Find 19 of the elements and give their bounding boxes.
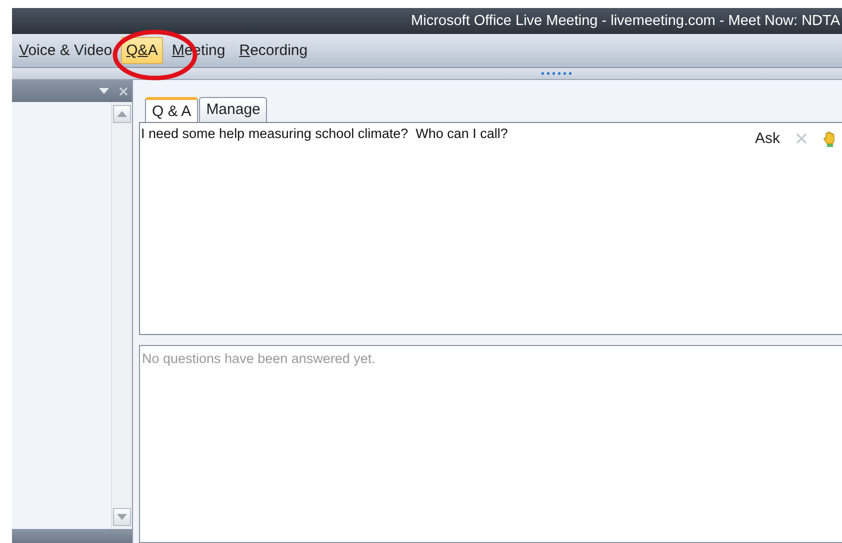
close-icon[interactable]: [796, 133, 807, 144]
tab[interactable]: Manage: [199, 97, 268, 122]
menu-item[interactable]: Voice & Video: [14, 37, 118, 64]
question-field[interactable]: I need some help measuring school climate? Who can I call?: [140, 124, 509, 143]
scroll-up-button[interactable]: [113, 105, 131, 123]
question-box[interactable]: I need some help measuring school climate? Who can I call? Ask: [139, 122, 842, 335]
ask-button[interactable]: Ask: [754, 130, 780, 147]
dropdown-icon[interactable]: [99, 88, 109, 94]
menu-item[interactable]: Q&A: [121, 37, 163, 64]
scroll-down-button[interactable]: [113, 508, 131, 526]
up-arrow-icon[interactable]: [117, 111, 127, 117]
hand-icon[interactable]: [823, 130, 837, 147]
window-title: Microsoft Office Live Meeting - livemeeting.com - Meet Now: NDTA: [411, 13, 840, 29]
empty-message: No questions have been answered yet.: [142, 351, 376, 366]
grip-icon[interactable]: [540, 72, 574, 75]
tab[interactable]: Q & A: [145, 97, 198, 122]
menu-item[interactable]: Recording: [234, 37, 313, 64]
down-arrow-icon[interactable]: [117, 514, 127, 520]
close-icon[interactable]: [119, 86, 128, 96]
